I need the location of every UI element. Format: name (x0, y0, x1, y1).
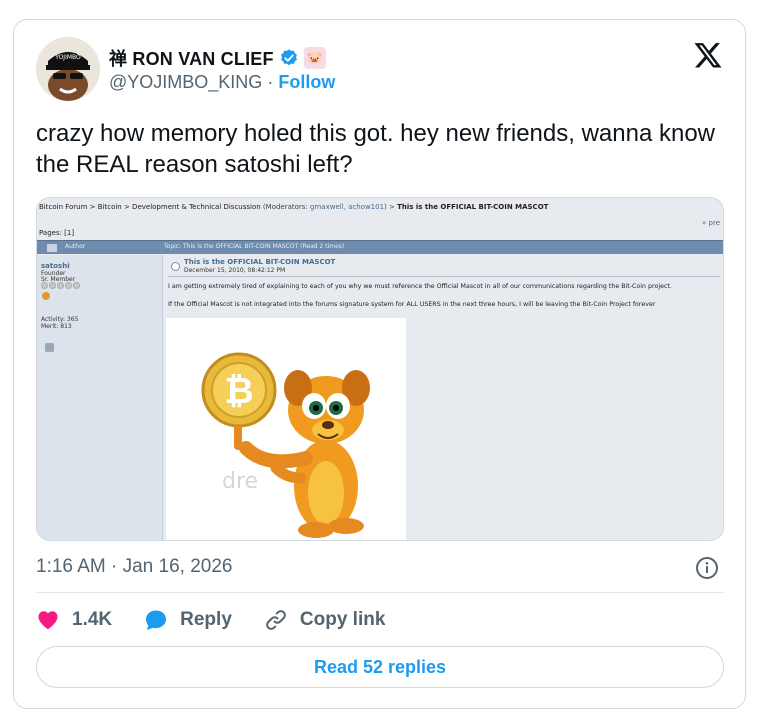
forum-header-bar (37, 240, 723, 254)
action-bar: 1.4K Reply Copy link (36, 608, 417, 632)
forum-breadcrumb: Bitcoin Forum > Bitcoin > Development & … (39, 203, 548, 211)
forum-username: satoshi (41, 262, 70, 270)
forum-post-divider (168, 276, 720, 277)
copy-link-label: Copy link (299, 609, 386, 630)
forum-post-body-2: If the Official Mascot is not integrated… (168, 301, 656, 308)
avatar[interactable]: YOJIMBO (36, 37, 100, 101)
name-row: 禅 RON VAN CLIEF 🐷 (109, 45, 326, 71)
forum-post-icon (171, 262, 180, 271)
author-header-icon (47, 244, 57, 252)
like-count: 1.4K (72, 609, 113, 630)
reply-bubble-icon (146, 610, 167, 630)
heart-icon (38, 611, 58, 630)
forum-pages: Pages: [1] (39, 229, 75, 237)
svg-text:₿: ₿ (224, 371, 253, 412)
handle-row: @YOJIMBO_KING · Follow (109, 72, 335, 93)
watermark-text: dre (222, 469, 258, 494)
forum-moderators: gmaxwell, achow101 (310, 203, 385, 211)
x-logo-icon[interactable] (693, 40, 723, 70)
verified-badge-icon (280, 49, 297, 66)
forum-author-panel (37, 255, 163, 540)
link-icon (266, 610, 286, 630)
forum-activity: Activity: 365 (41, 316, 79, 323)
forum-moderators-end: ) > (384, 203, 398, 211)
forum-merit: Merit: 813 (41, 323, 72, 330)
forum-breadcrumb-topic: This is the OFFICIAL BIT-COIN MASCOT (397, 203, 549, 211)
mascot-image: ₿ dre (166, 318, 406, 540)
reply-label: Reply (180, 609, 232, 630)
handle[interactable]: @YOJIMBO_KING (109, 72, 262, 92)
forum-prev-link: « pre (702, 219, 720, 227)
forum-post-date: December 15, 2010, 08:42:12 PM (184, 267, 286, 274)
info-icon[interactable] (695, 556, 719, 580)
forum-author-header: Author (65, 243, 86, 250)
divider (36, 592, 724, 593)
forum-topic-header: Topic: This is the OFFICIAL BIT-COIN MAS… (164, 243, 345, 250)
reply-button[interactable]: Reply (144, 608, 232, 632)
avatar-image: YOJIMBO (36, 37, 100, 101)
follow-button[interactable]: Follow (278, 72, 335, 92)
tweet-media-image[interactable]: Bitcoin Forum > Bitcoin > Development & … (36, 197, 724, 541)
forum-breadcrumb-path: Bitcoin Forum > Bitcoin > Development & … (39, 203, 261, 211)
handle-separator: · (267, 72, 274, 92)
tweet-timestamp[interactable]: 1:16 AM · Jan 16, 2026 (36, 556, 232, 578)
display-name[interactable]: 禅 RON VAN CLIEF (109, 45, 274, 71)
forum-moderators-label: (Moderators: (262, 203, 311, 211)
forum-post-title: This is the OFFICIAL BIT-COIN MASCOT (184, 258, 336, 266)
forum-profile-icon (45, 343, 54, 352)
emoji-badge: 🐷 (303, 47, 326, 69)
forum-post-body-1: I am getting extremely tired of explaini… (168, 283, 672, 290)
tweet-text: crazy how memory holed this got. hey new… (36, 120, 715, 178)
copy-link-button[interactable]: Copy link (264, 608, 386, 632)
forum-coin-badge-icon (42, 292, 50, 300)
forum-rank-stars (41, 282, 80, 289)
tweet-card: YOJIMBO 禅 RON VAN CLIEF 🐷 @YOJIMBO_KING … (13, 19, 746, 709)
like-button[interactable]: 1.4K (36, 608, 112, 632)
read-replies-button[interactable]: Read 52 replies (36, 646, 724, 688)
avatar-cap-text: YOJIMBO (54, 54, 81, 61)
mascot-illustration: ₿ dre (201, 352, 370, 538)
